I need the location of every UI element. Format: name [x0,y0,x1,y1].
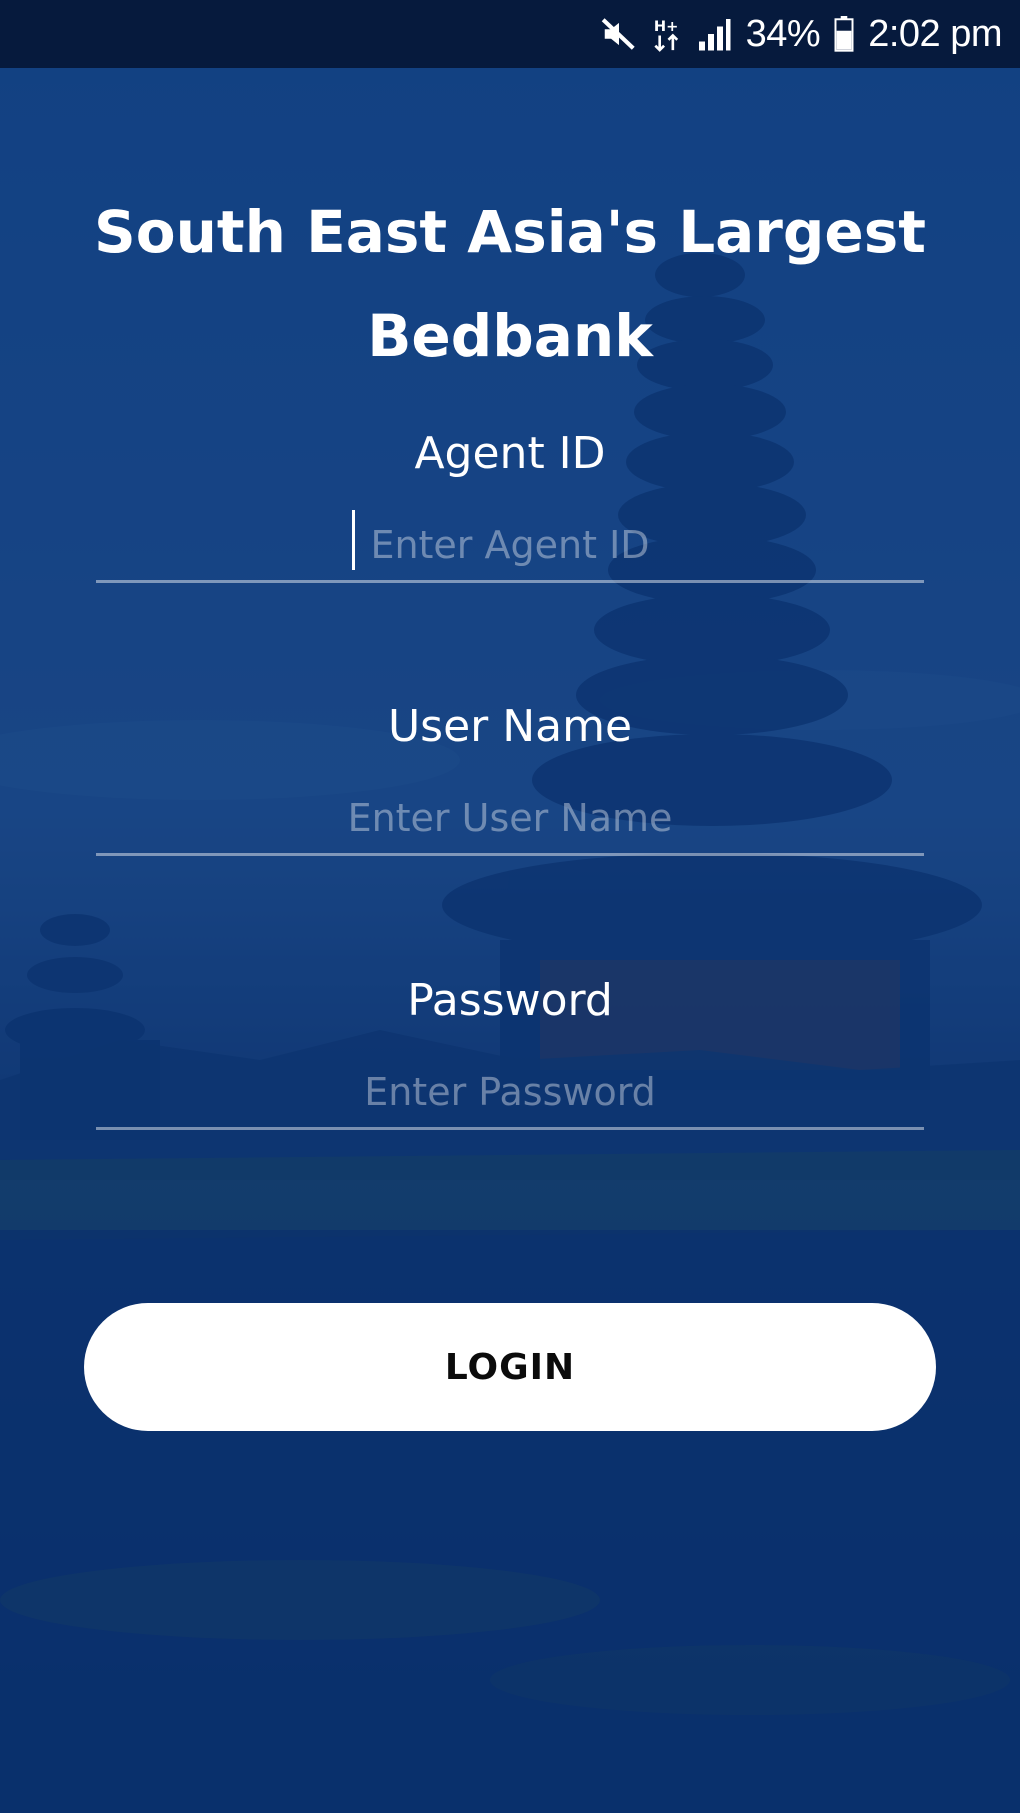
page-title: South East Asia's Largest Bedbank [93,198,927,370]
user-name-label: User Name [387,701,633,752]
password-label: Password [407,975,613,1026]
status-indicators: H+ 34% 2:02 pm [600,0,1002,68]
battery-percent: 34% [745,12,821,55]
data-hplus-icon: H+ [652,15,682,53]
login-screen: H+ 34% 2:02 pm South East Asia's Largest… [0,0,1020,1813]
clock-time: 2:02 pm [868,12,1002,55]
status-bar: H+ 34% 2:02 pm [0,0,1020,68]
agent-id-input[interactable] [96,510,924,583]
text-cursor [352,510,355,570]
svg-text:H+: H+ [653,18,677,35]
agent-id-label: Agent ID [414,428,606,479]
mute-icon [600,15,638,53]
login-form: South East Asia's Largest Bedbank Agent … [0,0,1020,1813]
login-button[interactable]: LOGIN [84,1303,936,1431]
battery-icon [834,16,854,52]
signal-icon [696,16,732,52]
password-input[interactable] [96,1057,924,1130]
user-name-input[interactable] [96,783,924,856]
